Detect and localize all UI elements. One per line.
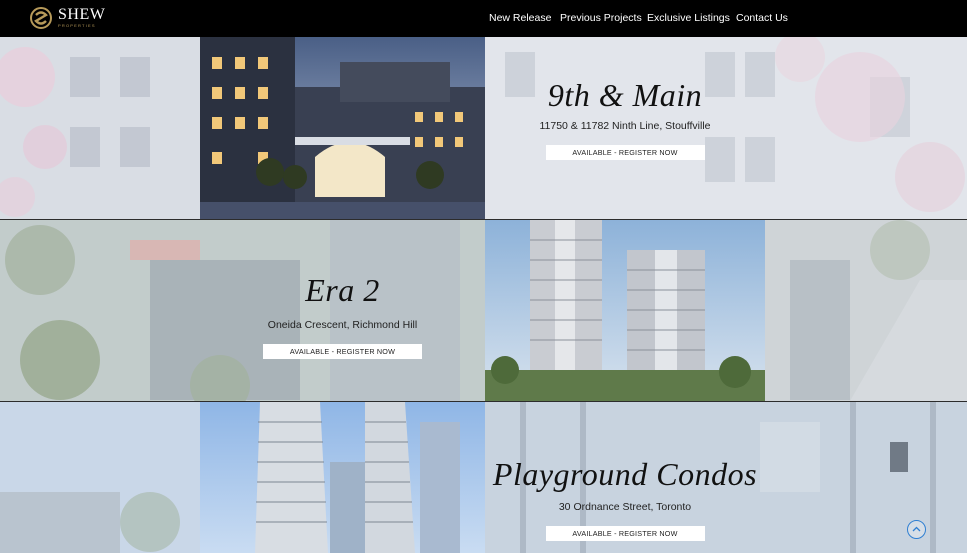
register-button[interactable]: AVAILABLE - REGISTER NOW — [545, 526, 705, 541]
nav-exclusive-listings[interactable]: Exclusive Listings — [647, 12, 730, 24]
project-card: 9th & Main 11750 & 11782 Ninth Line, Sto… — [485, 77, 765, 160]
project-title: Playground Condos — [492, 456, 758, 492]
nav-contact-us[interactable]: Contact Us — [736, 12, 788, 24]
chevron-up-icon — [912, 526, 921, 532]
project-title: Era 2 — [305, 272, 380, 308]
register-button[interactable]: AVAILABLE - REGISTER NOW — [263, 344, 422, 359]
scroll-to-top-button[interactable] — [907, 520, 926, 539]
project-address: Oneida Crescent, Richmond Hill — [267, 319, 418, 331]
project-card: Era 2 Oneida Crescent, Richmond Hill AVA… — [200, 272, 485, 359]
register-button[interactable]: AVAILABLE - REGISTER NOW — [545, 145, 705, 160]
site-header: SHEW PROPERTIES New Release Previous Pro… — [0, 0, 967, 37]
project-section-era-2: Era 2 Oneida Crescent, Richmond Hill AVA… — [0, 220, 967, 401]
project-card: Playground Condos 30 Ordnance Street, To… — [485, 456, 765, 541]
section-divider — [0, 401, 967, 402]
project-photo — [200, 402, 485, 553]
logo-text: SHEW — [58, 6, 106, 23]
project-section-9th-main: 9th & Main 11750 & 11782 Ninth Line, Sto… — [0, 37, 967, 219]
project-photo — [485, 220, 765, 401]
project-section-playground-condos: Playground Condos 30 Ordnance Street, To… — [0, 402, 967, 553]
logo-subtext: PROPERTIES — [58, 23, 96, 28]
site-logo[interactable]: SHEW PROPERTIES — [30, 5, 110, 33]
project-address: 11750 & 11782 Ninth Line, Stouffville — [539, 120, 711, 132]
section-divider — [0, 219, 967, 220]
nav-new-release[interactable]: New Release — [489, 12, 551, 24]
project-photo — [200, 37, 485, 219]
nav-previous-projects[interactable]: Previous Projects — [560, 12, 642, 24]
project-address: 30 Ordnance Street, Toronto — [558, 501, 692, 513]
project-title: 9th & Main — [547, 77, 703, 113]
logo-mark-icon — [30, 7, 52, 29]
